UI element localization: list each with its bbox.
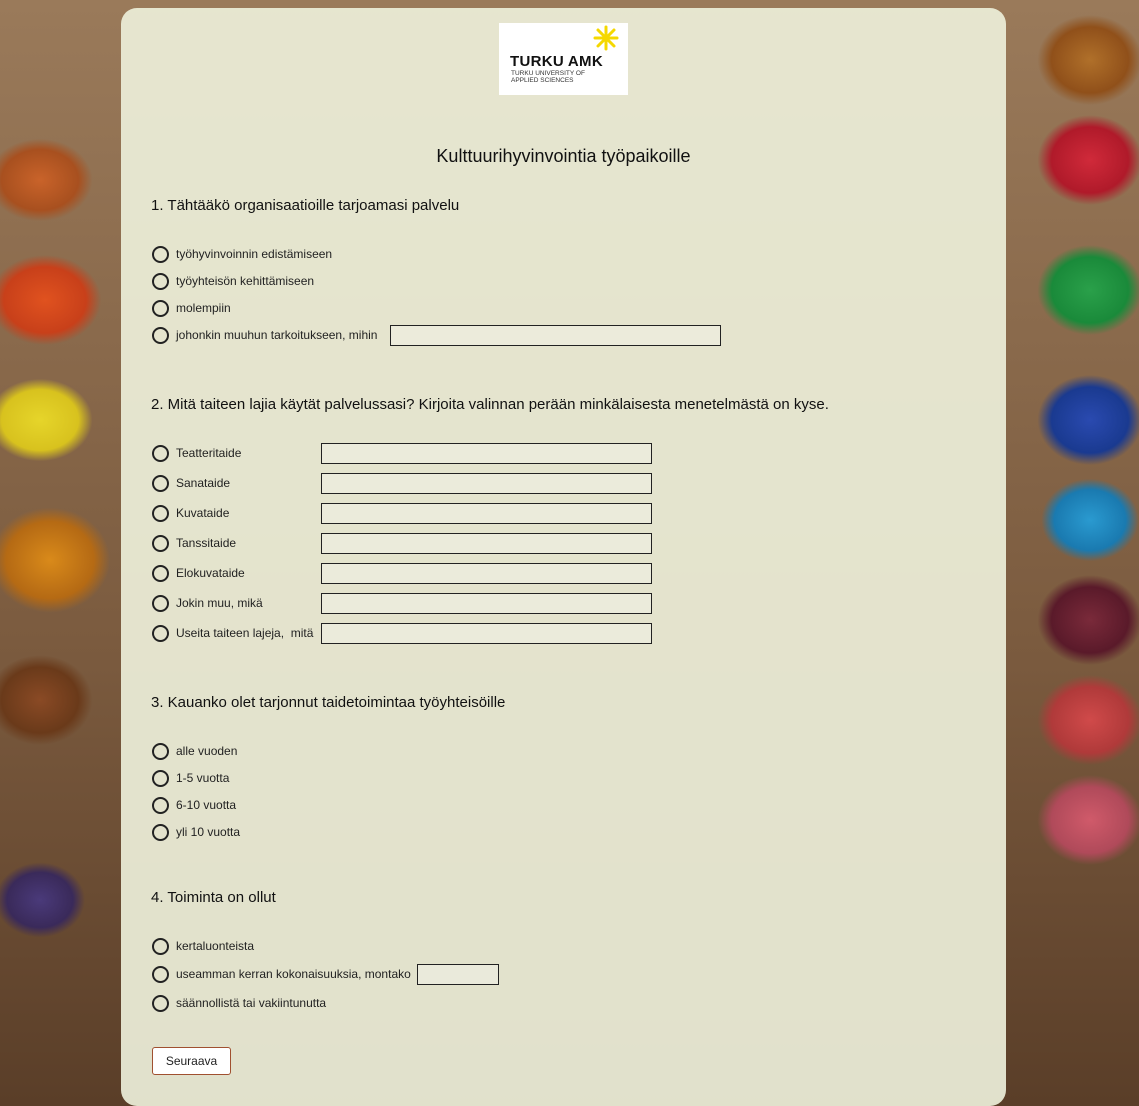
option-label: Tanssitaide: [176, 536, 237, 550]
logo-subtitle: TURKU UNIVERSITY OF APPLIED SCIENCES: [511, 70, 585, 84]
q1-option-4[interactable]: johonkin muuhun tarkoitukseen, mihin: [152, 326, 377, 344]
radio-button[interactable]: [152, 594, 169, 612]
q2-option-useita[interactable]: Useita taiteen lajeja, mitä: [152, 624, 313, 642]
q2-option-elokuvataide[interactable]: Elokuvataide: [152, 564, 245, 582]
page-title: Kulttuurihyvinvointia työpaikoille: [436, 146, 691, 166]
option-label: 1-5 vuotta: [176, 771, 230, 785]
q2-option-jokin-muu[interactable]: Jokin muu, mikä: [152, 594, 263, 612]
q1-option-3[interactable]: molempiin: [152, 299, 231, 317]
radio-button[interactable]: [152, 444, 169, 462]
radio-button[interactable]: [152, 769, 169, 787]
q1-option-1[interactable]: työhyvinvoinnin edistämiseen: [152, 245, 332, 263]
q4-option-3[interactable]: säännollistä tai vakiintunutta: [152, 994, 326, 1012]
turku-amk-logo: TURKU AMK TURKU UNIVERSITY OF APPLIED SC…: [499, 23, 628, 95]
option-label: työyhteisön kehittämiseen: [176, 274, 315, 288]
option-label: Useita taiteen lajeja, mitä: [176, 626, 314, 640]
q2-kuvataide-input[interactable]: [321, 503, 652, 524]
radio-button[interactable]: [152, 994, 169, 1012]
option-label: kertaluonteista: [176, 939, 255, 953]
option-label: 6-10 vuotta: [176, 798, 237, 812]
q2-option-sanataide[interactable]: Sanataide: [152, 474, 230, 492]
question-2-title: 2. Mitä taiteen lajia käytät palvelussas…: [151, 396, 829, 413]
q4-count-input[interactable]: [417, 964, 499, 985]
option-label: Jokin muu, mikä: [176, 596, 263, 610]
radio-button[interactable]: [152, 326, 169, 344]
option-label: yli 10 vuotta: [176, 825, 241, 839]
radio-button[interactable]: [152, 299, 169, 317]
option-label: alle vuoden: [176, 744, 238, 758]
option-label: säännollistä tai vakiintunutta: [176, 996, 327, 1010]
q2-option-kuvataide[interactable]: Kuvataide: [152, 504, 229, 522]
q2-elokuvataide-input[interactable]: [321, 563, 652, 584]
q3-option-2[interactable]: 1-5 vuotta: [152, 769, 229, 787]
option-label: Elokuvataide: [176, 566, 245, 580]
radio-button[interactable]: [152, 534, 169, 552]
radio-button[interactable]: [152, 564, 169, 582]
next-button[interactable]: Seuraava: [152, 1047, 231, 1075]
q1-option-2[interactable]: työyhteisön kehittämiseen: [152, 272, 314, 290]
question-1-title: 1. Tähtääkö organisaatioille tarjoamasi …: [151, 197, 460, 214]
q2-sanataide-input[interactable]: [321, 473, 652, 494]
radio-button[interactable]: [152, 272, 169, 290]
question-3-title: 3. Kauanko olet tarjonnut taidetoimintaa…: [151, 694, 506, 711]
q2-teatteritaide-input[interactable]: [321, 443, 652, 464]
q2-option-tanssitaide[interactable]: Tanssitaide: [152, 534, 236, 552]
option-label: useamman kerran kokonaisuuksia, montako: [176, 967, 411, 981]
option-label: Teatteritaide: [176, 446, 242, 460]
radio-button[interactable]: [152, 624, 169, 642]
radio-button[interactable]: [152, 474, 169, 492]
q2-option-teatteritaide[interactable]: Teatteritaide: [152, 444, 241, 462]
q2-useita-input[interactable]: [321, 623, 652, 644]
radio-button[interactable]: [152, 245, 169, 263]
option-label: johonkin muuhun tarkoitukseen, mihin: [176, 328, 378, 342]
q3-option-4[interactable]: yli 10 vuotta: [152, 823, 240, 841]
option-label: Kuvataide: [176, 506, 230, 520]
radio-button[interactable]: [152, 965, 169, 983]
radio-button[interactable]: [152, 742, 169, 760]
radio-button[interactable]: [152, 796, 169, 814]
radio-button[interactable]: [152, 504, 169, 522]
q4-option-1[interactable]: kertaluonteista: [152, 937, 254, 955]
star-icon: [593, 25, 619, 51]
radio-button[interactable]: [152, 937, 169, 955]
logo-title: TURKU AMK: [510, 53, 603, 70]
radio-button[interactable]: [152, 823, 169, 841]
q3-option-1[interactable]: alle vuoden: [152, 742, 237, 760]
q2-jokin-muu-input[interactable]: [321, 593, 652, 614]
option-label: työhyvinvoinnin edistämiseen: [176, 247, 333, 261]
q4-option-2[interactable]: useamman kerran kokonaisuuksia, montako: [152, 965, 411, 983]
q2-tanssitaide-input[interactable]: [321, 533, 652, 554]
option-label: Sanataide: [176, 476, 231, 490]
q1-other-input[interactable]: [390, 325, 721, 346]
option-label: molempiin: [176, 301, 231, 315]
q3-option-3[interactable]: 6-10 vuotta: [152, 796, 236, 814]
question-4-title: 4. Toiminta on ollut: [151, 889, 276, 906]
